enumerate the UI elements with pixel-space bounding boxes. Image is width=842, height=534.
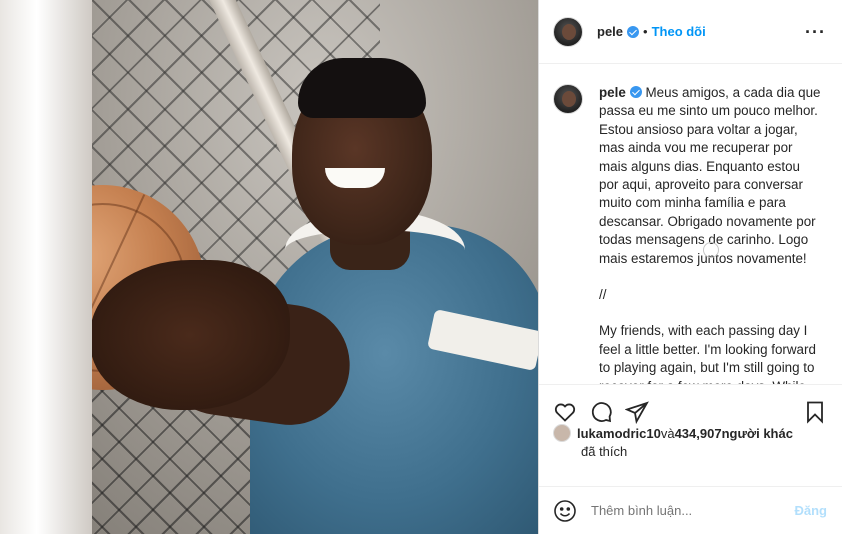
likes-and: và [660,425,675,441]
post-photo[interactable] [0,0,538,534]
separator-dot: • [643,24,648,39]
caption-section: pele Meus amigos, a cada dia que passa e… [539,64,842,384]
caption-text: pele Meus amigos, a cada dia que passa e… [599,84,823,384]
loading-cursor-icon [703,242,719,258]
player-hands [90,260,290,410]
likes-suffix: đã thích [581,444,628,459]
likes-summary: lukamodric10 và 434,907 người khác đã th… [553,424,833,459]
liker-username[interactable]: lukamodric10 [577,426,661,441]
like-heart-icon[interactable] [553,400,577,424]
player-hair [298,58,426,118]
comment-bar: Đăng [539,486,842,534]
caption-verified-icon [629,86,642,98]
avatar[interactable] [553,16,583,47]
caption-portuguese: Meus amigos, a cada dia que passa eu me … [599,85,821,266]
caption-english: My friends, with each passing day I feel… [599,323,816,384]
caption-username[interactable]: pele [599,85,626,100]
post-comment-button[interactable]: Đăng [795,503,828,518]
liker-avatar[interactable] [553,424,571,442]
post-details-panel: pele • Theo dõi ··· pele Meus amigos, a … [538,0,842,534]
goal-post [0,0,92,534]
likes-count[interactable]: 434,907 [675,426,722,441]
caption-avatar[interactable] [553,84,583,114]
header-username[interactable]: pele [597,24,623,39]
caption-divider: // [599,287,607,303]
follow-button[interactable]: Theo dõi [652,24,706,39]
comment-bubble-icon[interactable] [589,400,613,424]
more-horizontal-icon[interactable]: ··· [805,23,826,41]
save-bookmark-icon[interactable] [803,400,827,424]
verified-badge-icon [627,25,640,38]
likes-others[interactable]: người khác [722,426,793,441]
comment-input[interactable] [591,503,781,518]
post-header: pele • Theo dõi ··· [539,0,842,64]
emoji-icon[interactable] [553,499,577,523]
share-paper-plane-icon[interactable] [624,400,649,424]
